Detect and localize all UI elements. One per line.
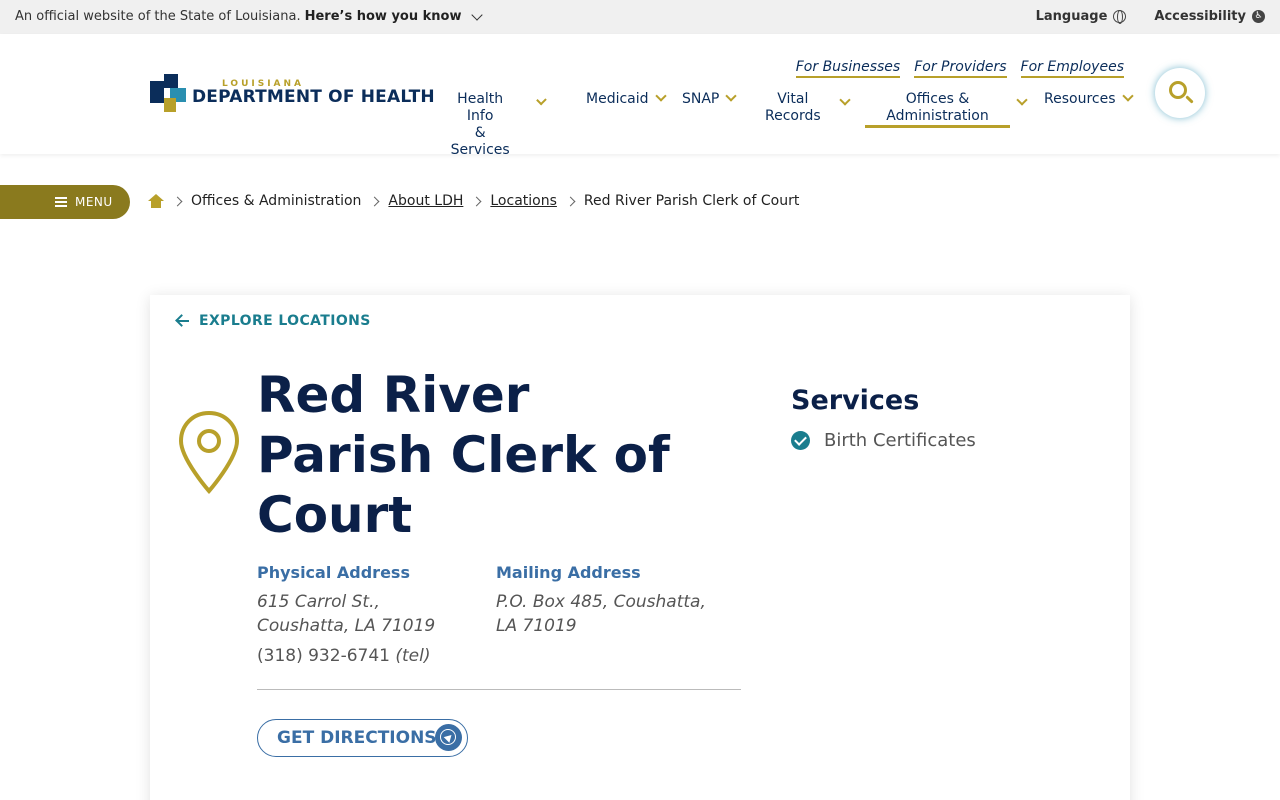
nav-item-health-info[interactable]: Health Info & Services (450, 91, 547, 159)
accessibility-button[interactable]: Accessibility ♿ (1154, 9, 1265, 24)
location-title: Red River Parish Clerk of Court (257, 366, 670, 544)
get-directions-label: GET DIRECTIONS (277, 728, 437, 748)
chevron-down-icon (839, 94, 851, 106)
chevron-right-icon (172, 196, 183, 206)
phone-number[interactable]: (318) 932-6741 (tel) (257, 646, 477, 666)
site-header: LOUISIANA DEPARTMENT OF HEALTH For Busin… (0, 34, 1280, 158)
for-businesses-link[interactable]: For Businesses (795, 59, 901, 78)
mailing-address-heading: Mailing Address (496, 563, 641, 582)
menu-label: MENU (75, 195, 113, 209)
services-heading: Services (791, 385, 920, 416)
mailing-address: Mailing Address P.O. Box 485, Coushatta,… (496, 563, 716, 638)
service-label: Birth Certificates (824, 430, 976, 451)
nav-item-snap[interactable]: SNAP (682, 90, 738, 108)
hamburger-icon (55, 197, 67, 207)
navigation-icon (435, 724, 462, 751)
physical-address-value: 615 Carrol St., Coushatta, LA 71019 (257, 592, 436, 636)
location-card: EXPLORE LOCATIONS Red River Parish Clerk… (150, 295, 1130, 800)
map-pin-icon (178, 410, 240, 495)
nav-item-resources[interactable]: Resources (1044, 90, 1134, 108)
chevron-right-icon (565, 196, 576, 206)
nav-label: Records (765, 108, 821, 124)
services-section: Services Birth Certificates (791, 385, 976, 451)
nav-label: Vital (777, 91, 809, 107)
chevron-down-icon (471, 8, 484, 21)
nav-label: SNAP (682, 91, 720, 107)
accessibility-icon: ♿ (1252, 10, 1265, 23)
check-circle-icon (791, 431, 810, 450)
breadcrumb-offices[interactable]: Offices & Administration (191, 193, 361, 209)
language-label: Language (1035, 9, 1108, 24)
search-button[interactable] (1155, 68, 1205, 118)
mailing-address-value: P.O. Box 485, Coushatta, LA 71019 (496, 592, 706, 636)
globe-icon (1113, 10, 1127, 24)
for-providers-link[interactable]: For Providers (914, 59, 1007, 78)
breadcrumb-about-ldh[interactable]: About LDH (388, 193, 463, 209)
for-employees-link[interactable]: For Employees (1020, 59, 1124, 78)
nav-item-vital-records[interactable]: Vital Records (765, 91, 851, 125)
chevron-down-icon (654, 90, 667, 102)
breadcrumb-locations[interactable]: Locations (490, 193, 557, 209)
nav-label: Administration (886, 108, 989, 124)
nav-label: & Services (450, 125, 510, 158)
official-banner: An official website of the State of Loui… (0, 0, 1280, 34)
nav-label: Health Info (457, 91, 504, 124)
ldh-logo[interactable]: LOUISIANA DEPARTMENT OF HEALTH (150, 74, 435, 112)
search-icon (1169, 81, 1187, 99)
official-notice[interactable]: An official website of the State of Loui… (15, 8, 484, 24)
logo-mark-icon (150, 74, 186, 112)
nav-item-medicaid[interactable]: Medicaid (586, 90, 667, 108)
phone-value: (318) 932-6741 (257, 646, 390, 666)
chevron-down-icon (725, 90, 738, 102)
physical-address-heading: Physical Address (257, 563, 410, 582)
official-text: An official website of the State of Loui… (15, 9, 301, 24)
breadcrumb: Offices & Administration About LDH Locat… (148, 193, 799, 209)
phone-type: (tel) (395, 646, 431, 666)
nav-item-offices-administration[interactable]: Offices & Administration (865, 91, 1028, 128)
explore-locations-link[interactable]: EXPLORE LOCATIONS (177, 313, 371, 329)
audience-links: For Businesses For Providers For Employe… (795, 59, 1124, 78)
divider (257, 689, 741, 690)
chevron-down-icon (536, 94, 547, 106)
nav-label: Medicaid (586, 91, 649, 107)
chevron-down-icon (1121, 90, 1134, 102)
nav-label: Resources (1044, 91, 1116, 107)
chevron-right-icon (471, 196, 482, 206)
explore-locations-label: EXPLORE LOCATIONS (199, 313, 371, 329)
physical-address: Physical Address 615 Carrol St., Coushat… (257, 563, 477, 666)
service-item: Birth Certificates (791, 430, 976, 451)
chevron-down-icon (1016, 94, 1028, 106)
chevron-right-icon (369, 196, 380, 206)
breadcrumb-current: Red River Parish Clerk of Court (583, 193, 800, 209)
accessibility-label: Accessibility (1154, 9, 1246, 24)
menu-button[interactable]: MENU (0, 185, 130, 219)
nav-label: Offices & (905, 91, 970, 107)
logo-department-text: DEPARTMENT OF HEALTH (192, 87, 435, 107)
language-button[interactable]: Language (1036, 9, 1127, 24)
arrow-left-icon (177, 320, 189, 322)
home-icon[interactable] (148, 194, 164, 208)
how-you-know-link[interactable]: Here’s how you know (305, 9, 462, 24)
get-directions-button[interactable]: GET DIRECTIONS (257, 719, 468, 757)
